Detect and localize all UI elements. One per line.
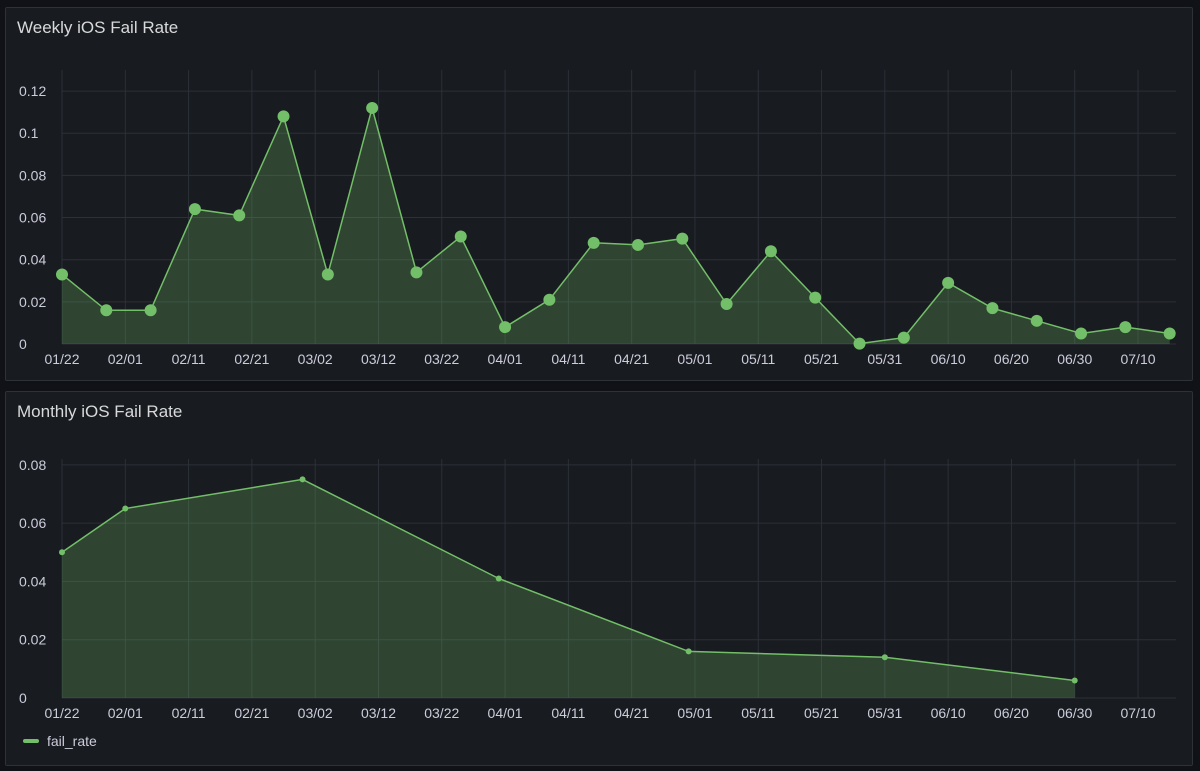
- weekly-x-tick-label: 05/01: [677, 351, 712, 367]
- monthly-x-tick-label: 04/21: [614, 705, 649, 721]
- weekly-data-point[interactable]: [587, 236, 600, 249]
- weekly-chart[interactable]: 0 0.02 0.04 0.06 0.08 0.1 0.12 01/22 02/01 02/11 0…: [6, 8, 1192, 380]
- weekly-x-tick-label: 06/30: [1057, 351, 1092, 367]
- weekly-x-tick-label: 07/10: [1120, 351, 1155, 367]
- monthly-x-tick-label: 04/11: [551, 705, 585, 721]
- monthly-x-tick-label: 05/31: [867, 705, 902, 721]
- weekly-x-tick-label: 06/10: [931, 351, 966, 367]
- monthly-x-tick-label: 06/30: [1057, 705, 1092, 721]
- weekly-data-point[interactable]: [809, 291, 822, 304]
- monthly-y-tick-label: 0.02: [19, 632, 46, 648]
- weekly-data-point[interactable]: [1030, 314, 1043, 327]
- weekly-data-point[interactable]: [986, 302, 999, 315]
- weekly-data-point[interactable]: [410, 266, 423, 279]
- monthly-panel: Monthly iOS Fail Rate 0 0.02 0.04 0.06 0.08 0…: [5, 391, 1193, 766]
- weekly-y-tick-label: 0: [19, 336, 27, 352]
- monthly-data-point[interactable]: [59, 549, 65, 556]
- monthly-y-tick-label: 0.06: [19, 515, 46, 531]
- weekly-data-point[interactable]: [676, 232, 689, 245]
- weekly-data-point[interactable]: [144, 304, 157, 317]
- monthly-y-tick-label: 0: [19, 690, 27, 706]
- weekly-data-point[interactable]: [321, 268, 334, 281]
- monthly-data-point[interactable]: [1071, 677, 1078, 684]
- monthly-x-tick-label: 02/01: [108, 705, 143, 721]
- weekly-x-tick-label: 03/12: [361, 351, 396, 367]
- weekly-y-tick-label: 0.02: [19, 294, 46, 310]
- monthly-x-tick-label: 04/01: [488, 705, 523, 721]
- weekly-x-tick-label: 02/01: [108, 351, 143, 367]
- weekly-data-point[interactable]: [1119, 321, 1132, 334]
- weekly-data-point[interactable]: [720, 297, 733, 310]
- monthly-x-tick-label: 05/01: [677, 705, 712, 721]
- monthly-x-tick-label: 01/22: [44, 705, 79, 721]
- weekly-y-tick-label: 0.06: [19, 210, 46, 226]
- monthly-x-tick-label: 03/22: [424, 705, 459, 721]
- weekly-x-tick-label: 01/22: [44, 351, 79, 367]
- weekly-data-point[interactable]: [454, 230, 467, 243]
- monthly-x-tick-label: 05/11: [741, 705, 775, 721]
- monthly-x-tick-label: 05/21: [804, 705, 839, 721]
- monthly-y-tick-label: 0.08: [19, 457, 46, 473]
- legend-swatch: [23, 739, 39, 743]
- weekly-x-tick-label: 05/11: [741, 351, 775, 367]
- weekly-series-area: [62, 107, 1170, 345]
- weekly-data-point[interactable]: [942, 276, 955, 289]
- weekly-data-point[interactable]: [897, 331, 910, 344]
- monthly-x-tick-label: 06/10: [931, 705, 966, 721]
- weekly-x-tick-label: 05/21: [804, 351, 839, 367]
- weekly-x-tick-label: 05/31: [867, 351, 902, 367]
- weekly-data-point[interactable]: [631, 238, 644, 251]
- monthly-y-tick-label: 0.04: [19, 573, 46, 589]
- monthly-data-point[interactable]: [122, 505, 129, 512]
- weekly-data-point[interactable]: [366, 101, 379, 114]
- monthly-x-tick-label: 02/21: [234, 705, 269, 721]
- monthly-data-point[interactable]: [495, 575, 502, 582]
- monthly-x-tick-label: 02/11: [172, 705, 206, 721]
- weekly-data-point[interactable]: [56, 268, 68, 281]
- weekly-y-tick-label: 0.1: [19, 125, 39, 141]
- weekly-x-tick-label: 06/20: [994, 351, 1029, 367]
- weekly-data-point[interactable]: [1163, 327, 1176, 340]
- weekly-y-tick-label: 0.08: [19, 167, 46, 183]
- legend-label[interactable]: fail_rate: [47, 733, 97, 749]
- monthly-x-tick-label: 07/10: [1120, 705, 1155, 721]
- weekly-data-point[interactable]: [853, 337, 866, 350]
- monthly-x-tick-label: 06/20: [994, 705, 1029, 721]
- weekly-y-tick-label: 0.12: [19, 83, 46, 99]
- weekly-data-point[interactable]: [764, 245, 777, 258]
- weekly-data-point[interactable]: [188, 203, 201, 216]
- monthly-x-tick-label: 03/12: [361, 705, 396, 721]
- weekly-x-tick-label: 04/01: [488, 351, 523, 367]
- weekly-data-point[interactable]: [543, 293, 556, 306]
- weekly-data-point[interactable]: [277, 110, 290, 123]
- weekly-x-tick-label: 02/21: [234, 351, 269, 367]
- weekly-data-point[interactable]: [100, 304, 113, 317]
- monthly-chart[interactable]: 0 0.02 0.04 0.06 0.08 01/22 02/01 02/11 02/21 03/…: [6, 392, 1192, 727]
- weekly-panel: Weekly iOS Fail Rate 0 0.02 0.04 0.06 0.08 0.…: [5, 7, 1193, 381]
- monthly-data-point[interactable]: [685, 648, 692, 655]
- monthly-x-tick-label: 03/02: [298, 705, 333, 721]
- legend[interactable]: fail_rate: [23, 733, 97, 749]
- weekly-y-tick-label: 0.04: [19, 252, 46, 268]
- weekly-data-point[interactable]: [1075, 327, 1088, 340]
- weekly-data-point[interactable]: [499, 321, 512, 334]
- weekly-x-tick-label: 03/22: [424, 351, 459, 367]
- monthly-data-point[interactable]: [881, 654, 888, 661]
- weekly-x-tick-label: 04/11: [551, 351, 585, 367]
- weekly-x-tick-label: 03/02: [298, 351, 333, 367]
- weekly-data-point[interactable]: [233, 209, 246, 222]
- weekly-x-tick-label: 04/21: [614, 351, 649, 367]
- monthly-data-point[interactable]: [299, 476, 306, 483]
- weekly-x-tick-label: 02/11: [172, 351, 206, 367]
